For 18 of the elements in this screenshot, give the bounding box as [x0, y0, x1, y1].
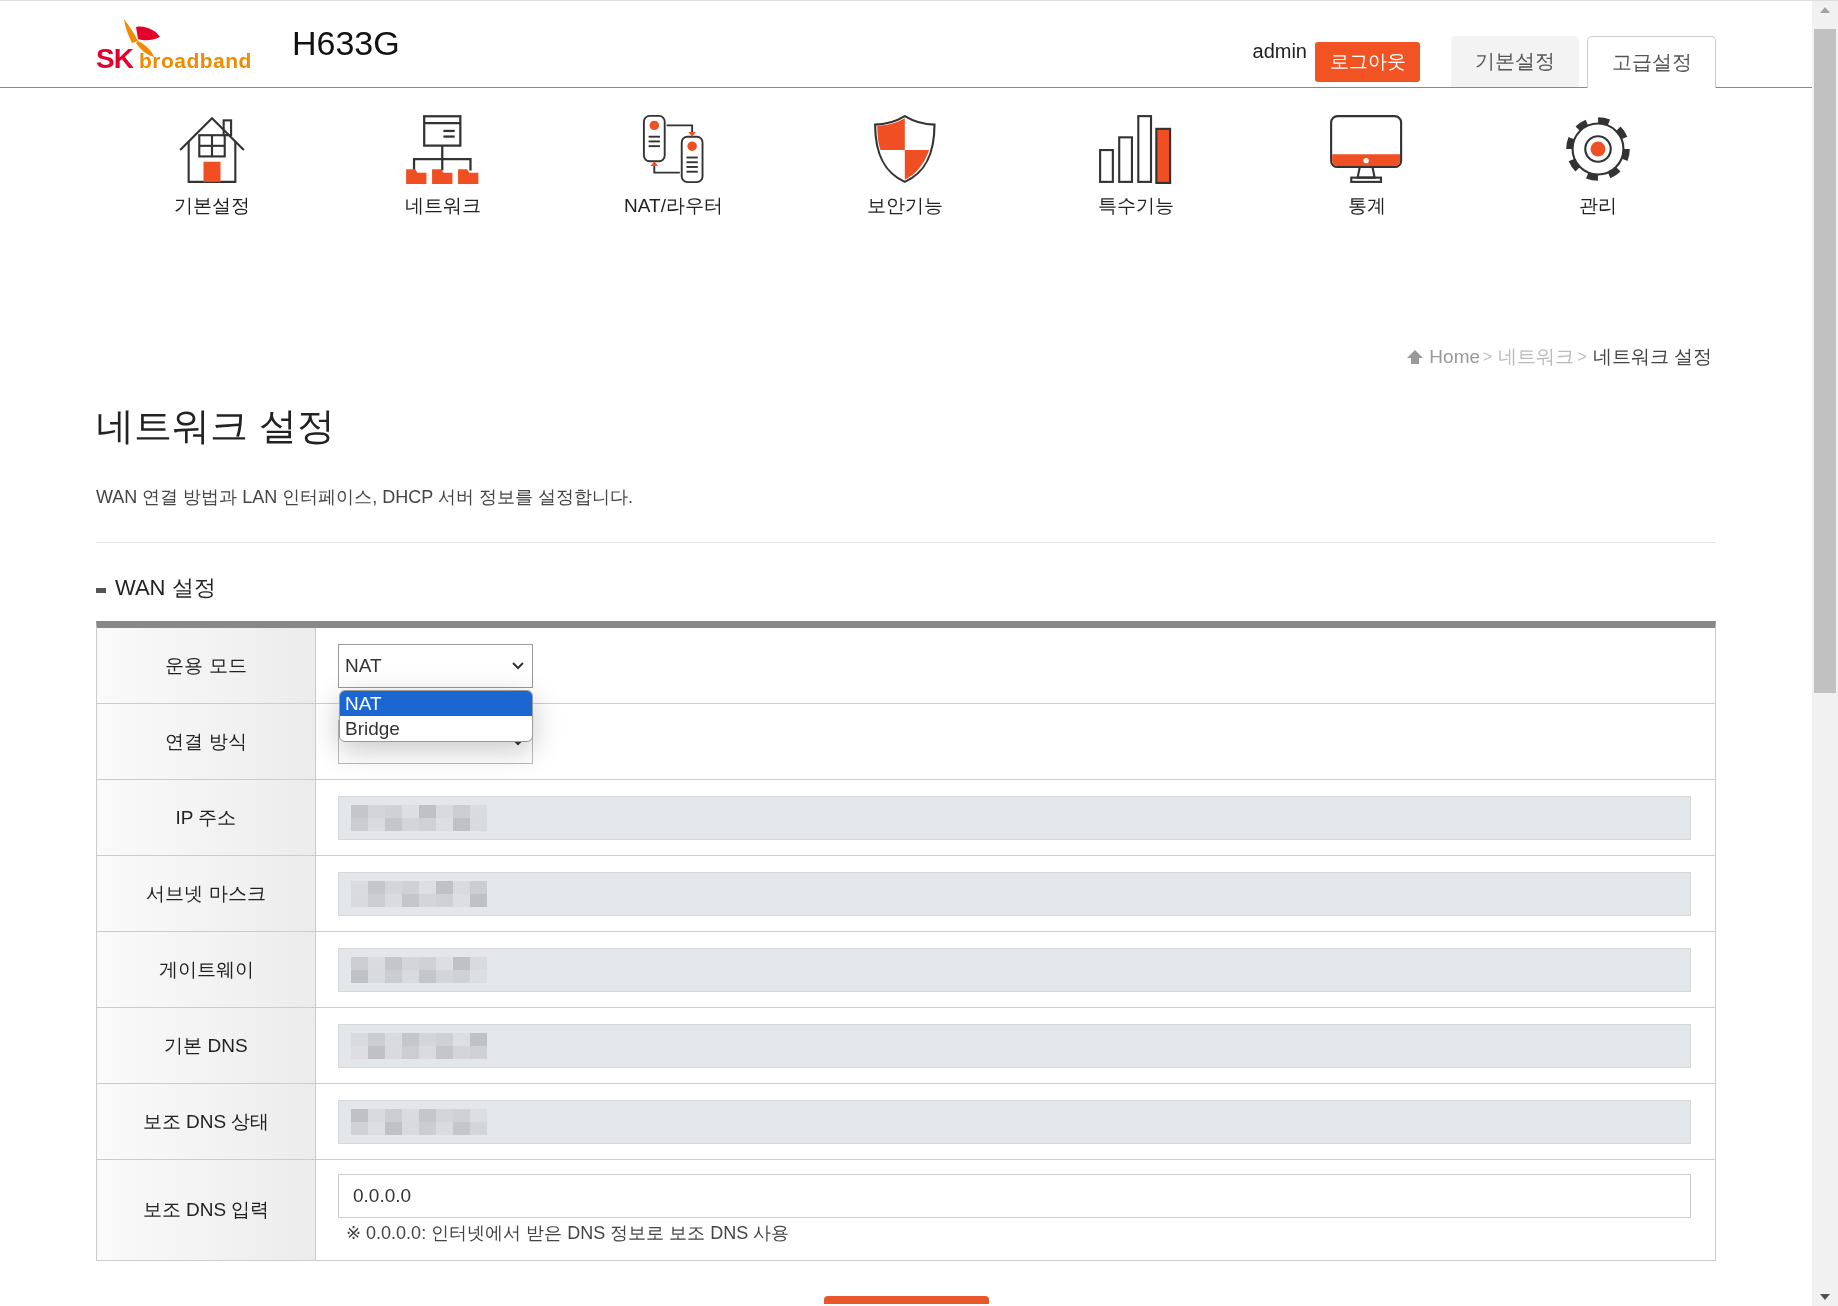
logo-text: SK	[96, 45, 133, 73]
row-label: 보조 DNS 입력	[97, 1160, 316, 1260]
row-label: 게이트웨이	[97, 932, 316, 1007]
row-label: 기본 DNS	[97, 1008, 316, 1083]
user-name: admin	[1252, 40, 1307, 63]
row-label: IP 주소	[97, 780, 316, 855]
page-description: WAN 연결 방법과 LAN 인터페이스, DHCP 서버 정보를 설정합니다.	[96, 486, 635, 509]
row-label: 서브넷 마스크	[97, 856, 316, 931]
hint-text: ※ 0.0.0.0: 인터넷에서 받은 DNS 정보로 보조 DNS 사용	[346, 1222, 791, 1244]
row-label: 운용 모드	[97, 628, 316, 703]
row-label: 보조 DNS 상태	[97, 1084, 316, 1159]
model-title: H633G	[292, 23, 400, 63]
section-title: WAN 설정	[115, 574, 216, 602]
breadcrumb-separator: >	[1483, 348, 1493, 366]
row-label: 연결 방식	[97, 704, 316, 779]
breadcrumb-separator: >	[1577, 348, 1587, 366]
page-title: 네트워크 설정	[96, 404, 336, 449]
logo-text: broadband	[138, 49, 252, 73]
